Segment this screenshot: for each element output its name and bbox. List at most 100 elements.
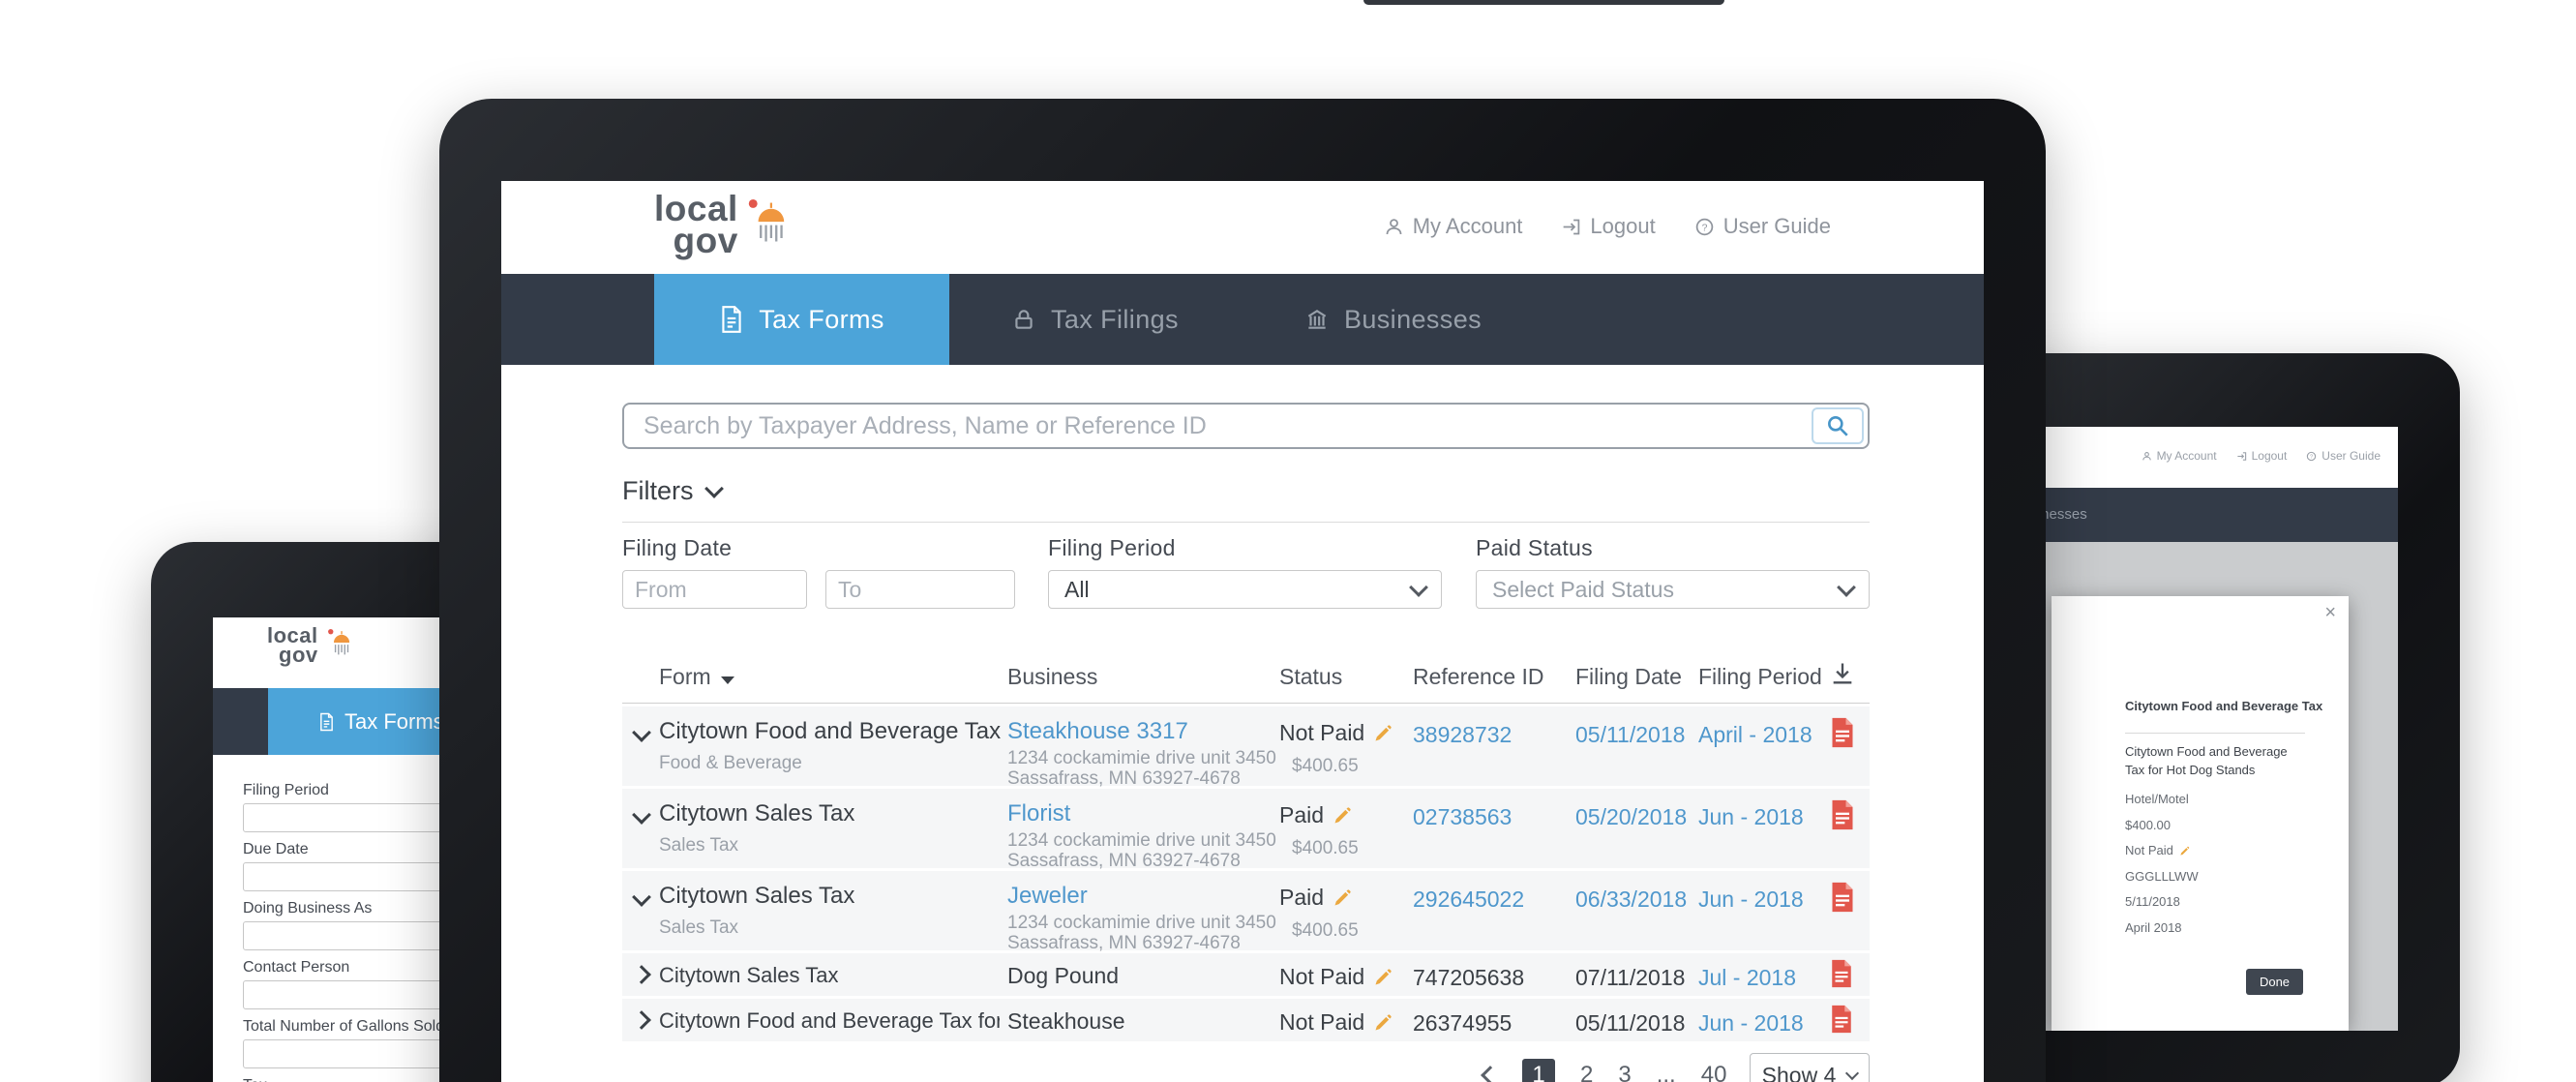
edit-pencil-icon[interactable]: [1333, 806, 1352, 826]
filing-date-from-input[interactable]: [622, 570, 807, 609]
user-guide-link[interactable]: ? User Guide: [1694, 214, 1831, 239]
tab-businesses[interactable]: Businesses: [1304, 274, 1482, 365]
reference-id: 26374955: [1413, 1010, 1512, 1037]
modal-filing-date: 5/11/2018: [2125, 889, 2199, 916]
filing-date-link[interactable]: 06/33/2018: [1575, 887, 1687, 913]
filing-period-link[interactable]: Jun - 2018: [1698, 887, 1804, 913]
edit-pencil-icon[interactable]: [1373, 724, 1393, 743]
user-guide-link[interactable]: ? User Guide: [2306, 449, 2381, 463]
page-button[interactable]: 2: [1580, 1062, 1593, 1082]
edit-pencil-icon[interactable]: [1333, 888, 1352, 908]
modal-filing-period: April 2018: [2125, 916, 2199, 942]
lock-icon: [1011, 305, 1036, 334]
localgov-logo: local gov: [267, 626, 355, 665]
document-icon: [719, 305, 744, 334]
my-account-link[interactable]: My Account: [1384, 214, 1523, 239]
page-button[interactable]: 3: [1618, 1062, 1631, 1082]
pdf-download-button[interactable]: [1829, 958, 1854, 994]
filing-date-link[interactable]: 05/11/2018: [1575, 722, 1685, 748]
reference-id-link[interactable]: 292645022: [1413, 887, 1524, 913]
collapse-row-icon[interactable]: [635, 890, 648, 909]
tab-tax-forms[interactable]: Tax Forms: [654, 274, 949, 365]
pdf-download-button[interactable]: [1829, 798, 1856, 836]
filters-toggle[interactable]: Filters: [622, 476, 721, 506]
user-icon: [1384, 217, 1404, 237]
close-icon[interactable]: ×: [2324, 602, 2336, 624]
filing-date-link[interactable]: 05/20/2018: [1575, 804, 1687, 830]
edit-pencil-icon[interactable]: [2179, 846, 2190, 857]
business-name: Dog Pound: [1007, 963, 1119, 988]
reference-id-link[interactable]: 02738563: [1413, 804, 1512, 830]
pagination-prev-icon[interactable]: [1483, 1062, 1497, 1082]
download-all-button[interactable]: [1829, 660, 1856, 692]
modal-amount: $400.00: [2125, 813, 2199, 839]
divider: [622, 522, 1870, 523]
modal-title: Citytown Food and Beverage Tax: [2125, 699, 2344, 713]
pdf-download-button[interactable]: [1829, 1004, 1854, 1039]
status-text: Paid: [1279, 885, 1324, 911]
page-button[interactable]: 40: [1701, 1062, 1727, 1082]
table-header: Form Business Status Reference ID Filing…: [622, 656, 1870, 704]
reference-id-link[interactable]: 38928732: [1413, 722, 1512, 748]
chevron-down-icon: [1837, 578, 1856, 597]
collapse-row-icon[interactable]: [635, 726, 648, 744]
tab-label: Tax Forms: [344, 709, 444, 735]
expand-row-icon[interactable]: [635, 968, 648, 986]
pdf-download-button[interactable]: [1829, 716, 1856, 754]
filing-period-link[interactable]: Jun - 2018: [1698, 804, 1804, 830]
business-link[interactable]: Jeweler: [1007, 883, 1088, 909]
done-button[interactable]: Done: [2246, 969, 2303, 995]
form-name: Citytown Food and Beverage Tax for...: [659, 1008, 1000, 1034]
filing-period-label: Filing Period: [1048, 535, 1176, 561]
sort-caret-icon: [721, 676, 734, 684]
chevron-down-icon: [1409, 578, 1428, 597]
page-button-current[interactable]: 1: [1522, 1059, 1555, 1082]
localgov-logo: local gov: [654, 193, 794, 257]
status-text: Not Paid: [1279, 720, 1364, 746]
localgov-dome-icon: [747, 196, 794, 254]
page-list: 1 2 3 ... 40: [1483, 1059, 1765, 1082]
filing-period-link[interactable]: Jul - 2018: [1698, 965, 1796, 991]
column-form[interactable]: Form: [659, 664, 734, 690]
localgov-dome-icon: [327, 627, 355, 664]
my-account-link[interactable]: My Account: [2142, 449, 2217, 463]
filing-period-link[interactable]: Jun - 2018: [1698, 1010, 1804, 1037]
business-link[interactable]: Steakhouse 3317: [1007, 718, 1188, 744]
filing-date-label: Filing Date: [622, 535, 732, 561]
status-text: Paid: [1279, 802, 1324, 828]
search-bar: [622, 403, 1870, 449]
edit-pencil-icon[interactable]: [1373, 1013, 1393, 1033]
page-size-select[interactable]: Show 4: [1750, 1053, 1870, 1082]
form-name: Citytown Food and Beverage Tax: [659, 718, 1001, 744]
search-input[interactable]: [624, 405, 1817, 447]
pagination: 1 2 3 ... 40 Show 4: [622, 1053, 1870, 1082]
right-top-menu: My Account Logout ? User Guide: [2142, 449, 2381, 463]
modal-reference: GGGLLLWW: [2125, 864, 2199, 890]
amount: $400.65: [1292, 920, 1359, 942]
table-row: Citytown Food and Beverage Tax for... St…: [622, 999, 1870, 1041]
logout-link[interactable]: Logout: [1561, 214, 1655, 239]
tab-tax-filings[interactable]: Tax Filings: [1011, 274, 1179, 365]
expand-row-icon[interactable]: [635, 1013, 648, 1032]
form-category: Food & Beverage: [659, 753, 1001, 774]
logo-word-local: local: [654, 193, 738, 225]
building-icon: [1304, 305, 1330, 334]
filing-period-select[interactable]: All: [1048, 570, 1442, 609]
business-address: 1234 cockamimie drive unit 3450Sassafras…: [1007, 913, 1276, 953]
business-link[interactable]: Florist: [1007, 800, 1070, 827]
paid-status-select[interactable]: Select Paid Status: [1476, 570, 1870, 609]
search-button[interactable]: [1812, 407, 1864, 444]
logout-link[interactable]: Logout: [2236, 449, 2288, 463]
pdf-download-button[interactable]: [1829, 881, 1856, 918]
pdf-file-icon: [1829, 798, 1856, 831]
chevron-down-icon: [704, 479, 724, 498]
edit-pencil-icon[interactable]: [1373, 968, 1393, 987]
top-menu: My Account Logout ? User Guide: [1384, 214, 1831, 239]
filing-date-to-input[interactable]: [825, 570, 1015, 609]
page-ellipsis: ...: [1657, 1062, 1676, 1082]
column-filing-date: Filing Date: [1575, 664, 1682, 690]
collapse-row-icon[interactable]: [635, 808, 648, 827]
background-device-edge: [1363, 0, 1724, 5]
filing-period-link[interactable]: April - 2018: [1698, 722, 1812, 748]
logo-word-gov: gov: [279, 646, 318, 665]
